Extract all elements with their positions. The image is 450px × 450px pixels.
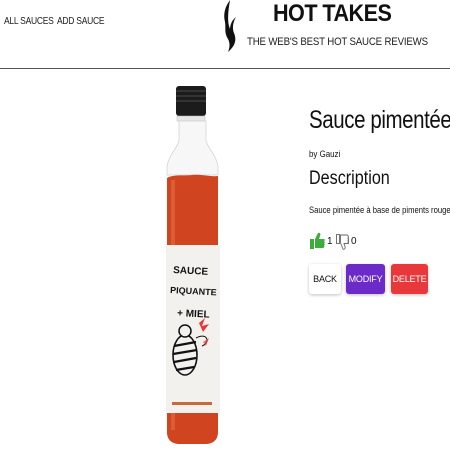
dislike-count: 0 xyxy=(351,236,357,247)
svg-text:SAUCE: SAUCE xyxy=(173,265,209,278)
delete-button[interactable]: DELETE xyxy=(391,264,428,294)
site-tagline: THE WEB'S BEST HOT SAUCE REVIEWS xyxy=(247,36,428,48)
site-title: HOT TAKES xyxy=(273,0,392,27)
description-heading: Description xyxy=(309,168,390,189)
nav-all-sauces-link[interactable]: ALL SAUCES xyxy=(4,16,54,27)
sauce-name: Sauce pimentée xyxy=(309,106,450,134)
sauce-manufacturer: by Gauzi xyxy=(309,149,341,159)
back-button[interactable]: BACK xyxy=(309,264,341,294)
nav-add-sauce-link[interactable]: ADD SAUCE xyxy=(57,16,105,27)
sauce-description: Sauce pimentée à base de piments rouges xyxy=(309,205,450,215)
svg-text:+ MIEL: + MIEL xyxy=(177,308,210,321)
likes-row: 1 0 xyxy=(310,232,450,252)
sauce-detail-page: ALL SAUCES ADD SAUCE HOT TAKES THE WEB'S… xyxy=(0,0,450,450)
thumbs-down-icon[interactable] xyxy=(336,234,349,250)
modify-button[interactable]: MODIFY xyxy=(346,264,385,294)
thumbs-up-icon[interactable] xyxy=(310,232,325,249)
like-count: 1 xyxy=(327,236,333,247)
flame-icon xyxy=(224,0,236,52)
sauce-image: SAUCE PIQUANTE + MIEL xyxy=(166,86,220,444)
site-header: ALL SAUCES ADD SAUCE HOT TAKES THE WEB'S… xyxy=(0,0,450,69)
